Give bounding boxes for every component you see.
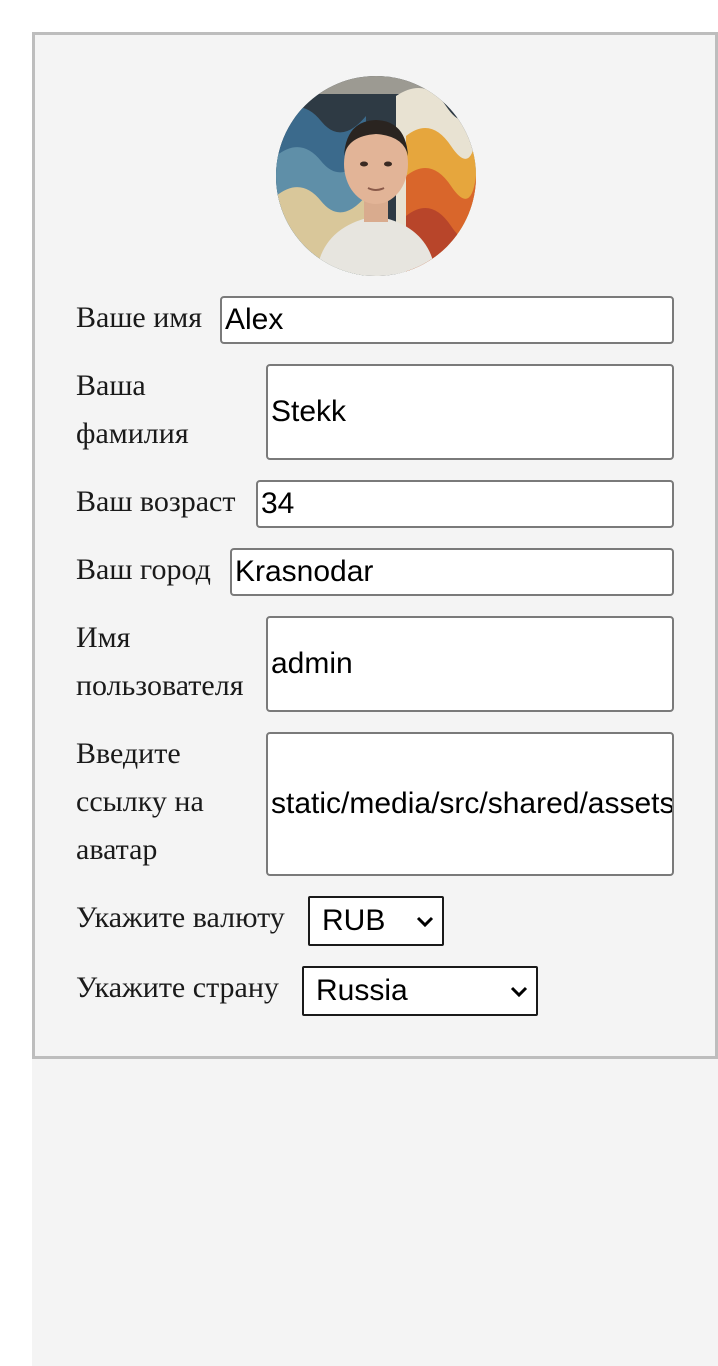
country-select-value: Russia: [316, 974, 408, 1007]
country-select[interactable]: Russia: [302, 966, 538, 1016]
username-label-line2: пользователя: [76, 669, 244, 702]
city-input[interactable]: Krasnodar: [230, 548, 674, 596]
avatar-image: [276, 76, 476, 276]
last-name-input[interactable]: Stekk: [266, 364, 674, 460]
currency-select[interactable]: RUB: [308, 896, 444, 946]
avatar-url-input[interactable]: static/media/src/shared/assets/avatar.jp…: [266, 732, 674, 876]
avatar-url-label-line2: ссылку на: [76, 785, 204, 818]
last-name-label-line2: фамилия: [76, 417, 189, 450]
username-input[interactable]: admin: [266, 616, 674, 712]
last-name-label-line1: Ваша: [76, 369, 146, 402]
age-label: Ваш возраст: [76, 485, 236, 518]
chevron-down-icon: [510, 986, 528, 998]
city-label: Ваш город: [76, 553, 211, 586]
chevron-down-icon: [416, 916, 434, 928]
age-input[interactable]: 34: [256, 480, 674, 528]
first-name-input[interactable]: Alex: [220, 296, 674, 344]
currency-label: Укажите валюту: [76, 901, 285, 934]
avatar-url-label-line3: аватар: [76, 833, 158, 866]
country-label: Укажите страну: [76, 971, 279, 1004]
first-name-label: Ваше имя: [76, 301, 203, 334]
avatar: [276, 76, 476, 276]
avatar-url-label-line1: Введите: [76, 737, 181, 770]
username-label-line1: Имя: [76, 621, 131, 654]
currency-select-value: RUB: [322, 904, 386, 937]
